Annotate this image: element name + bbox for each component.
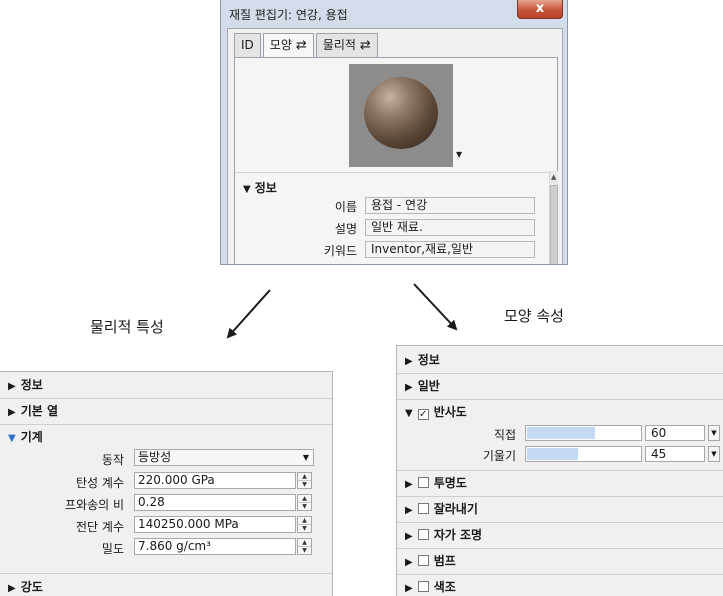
spin-up-icon[interactable]: ▲ (298, 495, 311, 503)
collapsed-triangle-icon: ▶ (405, 557, 413, 568)
shear-modulus-row: 전단 계수 140250.000 MPa ▲ ▼ (0, 516, 320, 534)
appearance-info-header[interactable]: ▶ 정보 (397, 348, 723, 372)
collapsed-triangle-icon: ▶ (405, 356, 413, 367)
section-label: 기계 (20, 430, 43, 444)
behavior-row: 동작 등방성 ▼ (0, 449, 320, 467)
arrow-to-physical (226, 289, 271, 339)
physical-properties-caption: 물리적 특성 (90, 318, 164, 336)
divider (0, 573, 332, 574)
mechanical-header[interactable]: ▼ 기계 (0, 425, 332, 449)
poisson-ratio-row: 프와송의 비 0.28 ▲ ▼ (0, 494, 320, 512)
appearance-properties-caption: 모양 속성 (504, 307, 564, 325)
youngs-modulus-input[interactable]: 220.000 GPa (134, 472, 296, 489)
section-label: 반사도 (433, 405, 467, 419)
shear-modulus-spinner[interactable]: ▲ ▼ (297, 516, 312, 533)
density-spinner[interactable]: ▲ ▼ (297, 538, 312, 555)
spin-down-icon[interactable]: ▼ (298, 481, 311, 488)
generic-header[interactable]: ▶ 일반 (397, 374, 723, 398)
poisson-ratio-label: 프와송의 비 (64, 498, 124, 512)
collapsed-triangle-icon: ▶ (8, 407, 16, 418)
arrow-to-appearance (413, 283, 458, 331)
transparency-checkbox[interactable] (417, 477, 429, 488)
section-label: 정보 (20, 378, 43, 392)
slider-fill (527, 448, 578, 460)
section-label: 투명도 (433, 476, 467, 490)
oblique-row: 기울기 45 ▼ (397, 445, 723, 463)
cutouts-header[interactable]: ▶ 잘라내기 (397, 497, 723, 521)
reflectivity-checkbox[interactable]: ✓ (417, 409, 429, 420)
shear-modulus-input[interactable]: 140250.000 MPa (134, 516, 296, 533)
direct-row: 직접 60 ▼ (397, 424, 723, 442)
density-label: 밀도 (101, 542, 124, 556)
transparency-header[interactable]: ▶ 투명도 (397, 471, 723, 495)
self-illumination-header[interactable]: ▶ 자가 조명 (397, 523, 723, 547)
behavior-label: 동작 (101, 453, 124, 467)
collapsed-triangle-icon: ▶ (8, 381, 16, 392)
collapsed-triangle-icon: ▶ (405, 382, 413, 393)
tint-header[interactable]: ▶ 색조 (397, 575, 723, 596)
youngs-modulus-spinner[interactable]: ▲ ▼ (297, 472, 312, 489)
spin-up-icon[interactable]: ▲ (298, 539, 311, 547)
expanded-triangle-icon: ▼ (8, 433, 16, 444)
tint-checkbox[interactable] (417, 581, 429, 592)
spin-down-icon[interactable]: ▼ (298, 525, 311, 532)
spin-down-icon[interactable]: ▼ (298, 547, 311, 554)
reflectivity-header[interactable]: ▼ ✓ 반사도 (397, 400, 723, 424)
self-illumination-checkbox[interactable] (417, 529, 429, 540)
oblique-label: 기울기 (482, 449, 516, 463)
density-row: 밀도 7.860 g/cm³ ▲ ▼ (0, 538, 320, 556)
section-label: 강도 (20, 580, 43, 594)
density-input[interactable]: 7.860 g/cm³ (134, 538, 296, 555)
section-label: 일반 (417, 379, 440, 393)
poisson-ratio-input[interactable]: 0.28 (134, 494, 296, 511)
chevron-down-icon[interactable]: ▼ (708, 425, 720, 441)
appearance-properties-panel: ▶ 정보 ▶ 일반 ▼ ✓ 반사도 직접 60 ▼ 기울기 45 ▼ ▶ 투명도 ▶ 잘라내… (396, 345, 723, 596)
poisson-ratio-spinner[interactable]: ▲ ▼ (297, 494, 312, 511)
youngs-modulus-row: 탄성 계수 220.000 GPa ▲ ▼ (0, 472, 320, 490)
basic-thermal-header[interactable]: ▶ 기본 열 (0, 399, 332, 423)
section-label: 색조 (433, 580, 456, 594)
slider-fill (527, 427, 595, 439)
physical-properties-panel: ▶ 정보 ▶ 기본 열 ▼ 기계 동작 등방성 ▼ 탄성 계수 220.000 GPa … (0, 371, 333, 596)
spin-up-icon[interactable]: ▲ (298, 517, 311, 525)
expanded-triangle-icon: ▼ (405, 408, 413, 419)
youngs-modulus-label: 탄성 계수 (76, 476, 124, 490)
behavior-value: 등방성 (138, 450, 172, 464)
section-label: 자가 조명 (433, 528, 483, 542)
direct-value-input[interactable]: 60 (645, 425, 705, 441)
physical-info-header[interactable]: ▶ 정보 (0, 373, 332, 397)
collapsed-triangle-icon: ▶ (405, 583, 413, 594)
behavior-select[interactable]: 등방성 ▼ (134, 449, 314, 466)
cutouts-checkbox[interactable] (417, 503, 429, 514)
strength-header[interactable]: ▶ 강도 (0, 575, 332, 596)
section-label: 범프 (433, 554, 456, 568)
spin-up-icon[interactable]: ▲ (298, 473, 311, 481)
collapsed-triangle-icon: ▶ (8, 583, 16, 594)
collapsed-triangle-icon: ▶ (405, 479, 413, 490)
section-label: 기본 열 (20, 404, 59, 418)
collapsed-triangle-icon: ▶ (405, 531, 413, 542)
chevron-down-icon[interactable]: ▼ (708, 446, 720, 462)
chevron-down-icon: ▼ (302, 453, 309, 462)
shear-modulus-label: 전단 계수 (76, 520, 124, 534)
section-label: 잘라내기 (433, 502, 478, 516)
oblique-value-input[interactable]: 45 (645, 446, 705, 462)
direct-slider[interactable] (525, 425, 642, 441)
collapsed-triangle-icon: ▶ (405, 505, 413, 516)
section-label: 정보 (417, 353, 440, 367)
bump-checkbox[interactable] (417, 555, 429, 566)
spin-down-icon[interactable]: ▼ (298, 503, 311, 510)
oblique-slider[interactable] (525, 446, 642, 462)
bump-header[interactable]: ▶ 범프 (397, 549, 723, 573)
direct-label: 직접 (493, 428, 516, 442)
